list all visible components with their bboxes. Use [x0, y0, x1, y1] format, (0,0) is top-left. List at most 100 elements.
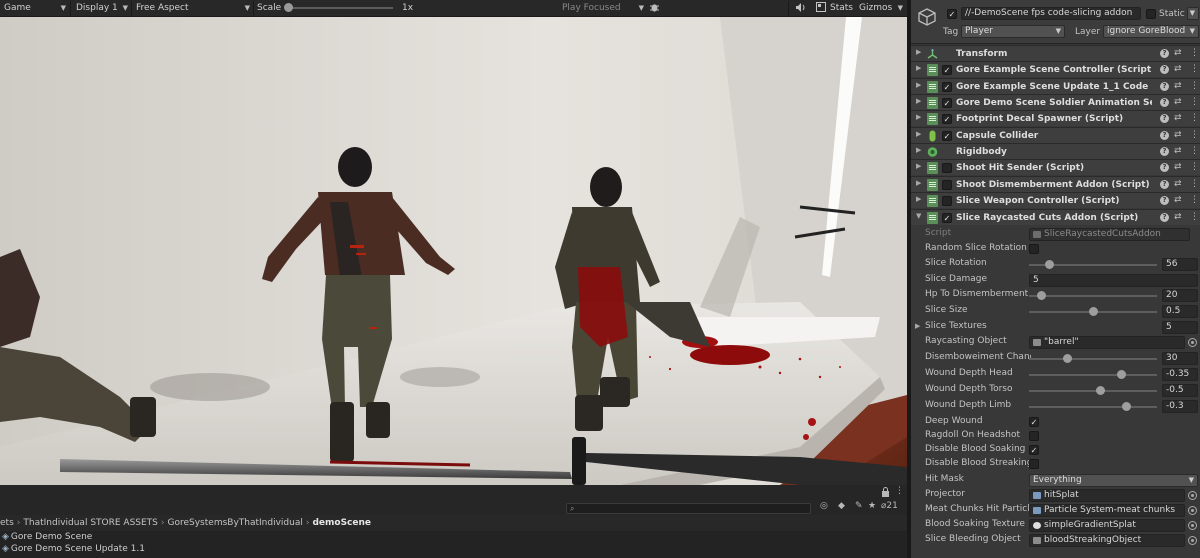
component-enabled-checkbox[interactable]: ✓ [942, 65, 952, 76]
ragdoll-checkbox[interactable] [1029, 431, 1039, 441]
foldout-closed-icon[interactable]: ▶ [916, 64, 921, 72]
component-header[interactable]: ▶ ✓ Gore Example Scene Update 1_1 Code (Sc… [911, 77, 1200, 94]
wound-torso-field[interactable]: -0.5 [1162, 384, 1198, 397]
component-enabled-checkbox[interactable]: ✓ [942, 81, 952, 92]
help-icon[interactable]: ? [1160, 212, 1169, 222]
slice-textures-size-field[interactable]: 5 [1162, 321, 1198, 334]
more-options-icon[interactable]: ⋮ [1190, 162, 1199, 172]
hp-slider-handle[interactable] [1037, 291, 1047, 300]
component-enabled-checkbox[interactable]: ✓ [942, 98, 952, 109]
object-picker-icon[interactable] [1188, 521, 1197, 530]
preset-icon[interactable]: ⇄ [1174, 162, 1182, 172]
wound-head-field[interactable]: -0.35 [1162, 368, 1198, 381]
random-slice-rotation-checkbox[interactable] [1029, 244, 1039, 254]
component-enabled-checkbox[interactable]: ✓ [942, 212, 952, 223]
more-options-icon[interactable]: ⋮ [895, 486, 904, 496]
component-header[interactable]: ▶ Shoot Dismemberment Addon (Script)? ⇄ ⋮ [911, 175, 1200, 192]
preset-icon[interactable]: ⇄ [1174, 130, 1182, 140]
preset-icon[interactable]: ⇄ [1174, 146, 1182, 156]
component-enabled-checkbox[interactable] [942, 163, 952, 174]
wound-torso-slider-track[interactable] [1029, 390, 1157, 392]
more-options-icon[interactable]: ⋮ [1190, 81, 1199, 91]
wound-head-slider-track[interactable] [1029, 374, 1157, 376]
audio-mute-icon[interactable] [791, 2, 806, 15]
help-icon[interactable]: ? [1160, 81, 1169, 91]
static-dropdown[interactable]: ▼ [1187, 7, 1199, 20]
game-viewport[interactable] [0, 17, 907, 485]
filter-type-icon[interactable]: ◆ [838, 501, 845, 511]
scale-slider-track[interactable] [288, 7, 393, 9]
create-icon[interactable]: ◎ [820, 501, 828, 511]
preset-icon[interactable]: ⇄ [1174, 81, 1182, 91]
component-header[interactable]: ▼ ✓ Slice Raycasted Cuts Addon (Script)? ⇄ ⋮ [911, 208, 1200, 225]
object-picker-icon[interactable] [1188, 506, 1197, 515]
more-options-icon[interactable]: ⋮ [1190, 97, 1199, 107]
preset-icon[interactable]: ⇄ [1174, 212, 1182, 222]
view-mode-dropdown[interactable]: Game ▼ [0, 2, 68, 15]
slice-bleeding-object-field[interactable]: bloodStreakingObject [1029, 534, 1185, 547]
object-picker-icon[interactable] [1188, 338, 1197, 347]
foldout-closed-icon[interactable]: ▶ [916, 97, 921, 105]
project-search-input[interactable]: ⌕ [566, 503, 811, 514]
stats-button[interactable]: Stats [826, 2, 853, 15]
foldout-arrow-icon[interactable]: ▶ [915, 322, 920, 330]
layout-icon[interactable] [812, 2, 826, 15]
lock-icon[interactable] [881, 487, 890, 500]
component-header[interactable]: ▶ Slice Weapon Controller (Script)? ⇄ ⋮ [911, 192, 1200, 209]
bug-icon[interactable] [645, 2, 660, 15]
breadcrumb-current[interactable]: demoScene [312, 518, 371, 528]
breadcrumb-item[interactable]: ThatIndividual STORE ASSETS [23, 518, 158, 528]
component-header[interactable]: ▶ ✓ Footprint Decal Spawner (Script)? ⇄ ⋮ [911, 110, 1200, 127]
hit-mask-dropdown[interactable]: Everything ▼ [1029, 474, 1198, 487]
component-header[interactable]: ▶ Transform? ⇄ ⋮ [911, 45, 1200, 61]
more-options-icon[interactable]: ⋮ [1190, 48, 1199, 58]
aspect-dropdown[interactable]: Free Aspect ▼ [132, 2, 252, 15]
object-picker-icon[interactable] [1188, 491, 1197, 500]
static-checkbox[interactable] [1146, 9, 1156, 19]
slice-damage-field[interactable]: 5 [1029, 274, 1198, 287]
more-options-icon[interactable]: ⋮ [1190, 179, 1199, 189]
hp-slider-track[interactable] [1029, 295, 1157, 297]
more-options-icon[interactable]: ⋮ [1190, 130, 1199, 140]
foldout-closed-icon[interactable]: ▶ [916, 48, 921, 56]
disemboweiment-field[interactable]: 30 [1162, 352, 1198, 365]
more-options-icon[interactable]: ⋮ [1190, 113, 1199, 123]
more-options-icon[interactable]: ⋮ [1190, 212, 1199, 222]
slice-rotation-field[interactable]: 56 [1162, 258, 1198, 271]
help-icon[interactable]: ? [1160, 49, 1169, 58]
play-mode-dropdown[interactable]: Play Focused ▼ [558, 2, 646, 15]
help-icon[interactable]: ? [1160, 147, 1169, 157]
meat-chunks-field[interactable]: Particle System-meat chunks [1029, 504, 1185, 517]
object-name-field[interactable]: //-DemoScene fps code-slicing addon [961, 7, 1141, 20]
list-item[interactable]: ◈ Gore Demo Scene [0, 531, 907, 543]
help-icon[interactable]: ? [1160, 196, 1169, 206]
component-header[interactable]: ▶ ✓ Gore Example Scene Controller (Script)… [911, 61, 1200, 78]
component-enabled-checkbox[interactable]: ✓ [942, 130, 952, 141]
slice-size-field[interactable]: 0.5 [1162, 305, 1198, 318]
object-active-checkbox[interactable]: ✓ [947, 9, 957, 19]
foldout-closed-icon[interactable]: ▶ [916, 113, 921, 121]
more-options-icon[interactable]: ⋮ [1190, 195, 1199, 205]
foldout-open-icon[interactable]: ▼ [916, 212, 921, 220]
gizmos-dropdown[interactable]: Gizmos ▼ [855, 2, 905, 15]
disemboweiment-slider-handle[interactable] [1062, 354, 1072, 363]
favorite-icon[interactable]: ★ [868, 501, 876, 511]
disable-blood-soaking-checkbox[interactable]: ✓ [1029, 445, 1039, 455]
component-enabled-checkbox[interactable]: ✓ [942, 114, 952, 125]
raycasting-object-field[interactable]: "barrel" [1029, 336, 1185, 349]
layer-dropdown[interactable]: ignore GoreBlood ▼ [1103, 25, 1199, 38]
component-header[interactable]: ▶ ✓ Gore Demo Scene Soldier Animation Send… [911, 94, 1200, 111]
hidden-packages-icon[interactable]: ⌀21 [881, 501, 898, 511]
blood-soaking-texture-field[interactable]: simpleGradientSplat [1029, 519, 1185, 532]
foldout-closed-icon[interactable]: ▶ [916, 179, 921, 187]
component-header[interactable]: ▶ Shoot Hit Sender (Script)? ⇄ ⋮ [911, 159, 1200, 176]
wound-limb-slider-track[interactable] [1029, 406, 1157, 408]
help-icon[interactable]: ? [1160, 114, 1169, 124]
filter-label-icon[interactable]: ✎ [855, 501, 863, 511]
deep-wound-checkbox[interactable]: ✓ [1029, 417, 1039, 427]
foldout-closed-icon[interactable]: ▶ [916, 146, 921, 154]
breadcrumb-item[interactable]: ets [0, 518, 14, 528]
foldout-closed-icon[interactable]: ▶ [916, 162, 921, 170]
component-enabled-checkbox[interactable] [942, 196, 952, 207]
foldout-closed-icon[interactable]: ▶ [916, 130, 921, 138]
